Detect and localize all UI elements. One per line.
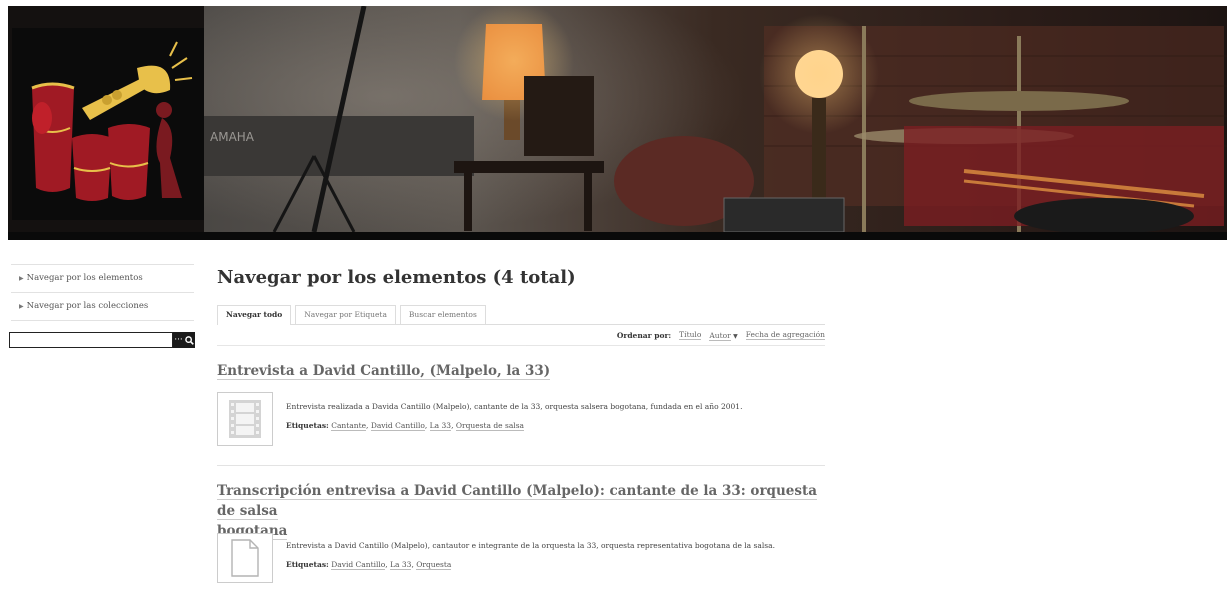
tag-link[interactable]: La 33 xyxy=(429,421,452,431)
list-item: Entrevista a David Cantillo, (Malpelo, l… xyxy=(217,346,825,466)
tab-browse-by-tag[interactable]: Navegar por Etiqueta xyxy=(295,305,396,324)
triangle-right-icon: ▶ xyxy=(19,275,24,282)
sidebar-item-label: Navegar por los elementos xyxy=(26,273,143,283)
page-title: Navegar por los elementos (4 total) xyxy=(217,267,576,288)
document-icon xyxy=(231,539,259,577)
sort-by-author[interactable]: Autor ▼ xyxy=(709,330,738,341)
tag-link[interactable]: Orquesta xyxy=(416,560,452,570)
item-description: Entrevista a David Cantillo (Malpelo), c… xyxy=(286,541,775,550)
tag-link[interactable]: Cantante xyxy=(331,421,367,431)
banner-photo: AMAHA xyxy=(204,6,1227,232)
caret-down-icon: ▼ xyxy=(733,332,738,340)
sort-by-title[interactable]: Título xyxy=(679,330,702,340)
sort-by-date-added[interactable]: Fecha de agregación xyxy=(745,330,825,340)
tab-browse-all[interactable]: Navegar todo xyxy=(217,305,292,325)
search-input[interactable] xyxy=(9,332,173,348)
item-tags: Etiquetas: Cantante, David Cantillo, La … xyxy=(286,421,525,431)
item-title-link[interactable]: Transcripción entrevisa a David Cantillo… xyxy=(217,481,825,541)
tags-label: Etiquetas: xyxy=(286,560,329,569)
search-icon xyxy=(184,335,194,345)
banner-bottom-bar xyxy=(8,232,1227,240)
film-icon xyxy=(229,400,261,438)
site-logo[interactable] xyxy=(12,28,204,220)
tab-search-items[interactable]: Buscar elementos xyxy=(399,305,486,324)
sidebar-item-label: Navegar por las colecciones xyxy=(26,301,149,311)
item-title-text: Entrevista a David Cantillo, (Malpelo, l… xyxy=(217,363,551,380)
sort-by-author-label: Autor xyxy=(709,330,731,341)
tag-link[interactable]: Orquesta de salsa xyxy=(455,421,525,431)
sidebar-item-browse-items[interactable]: ▶ Navegar por los elementos xyxy=(11,264,194,292)
sidebar-nav: ▶ Navegar por los elementos ▶ Navegar por … xyxy=(11,264,194,321)
item-title-text: Transcripción entrevisa a David Cantillo… xyxy=(217,483,817,520)
sort-bar: Ordenar por: Título Autor ▼ Fecha de agr… xyxy=(217,325,825,346)
search-form: ··· xyxy=(9,332,195,348)
list-item: Transcripción entrevisa a David Cantillo… xyxy=(217,466,825,616)
search-button[interactable]: ··· xyxy=(173,332,195,348)
svg-text:AMAHA: AMAHA xyxy=(210,130,255,144)
triangle-right-icon: ▶ xyxy=(19,303,24,310)
search-options-label: ··· xyxy=(174,335,183,345)
main-content: Navegar por los elementos (4 total) Nave… xyxy=(217,262,825,616)
sort-label: Ordenar por: xyxy=(616,330,672,340)
item-title-link[interactable]: Entrevista a David Cantillo, (Malpelo, l… xyxy=(217,361,551,381)
tag-link[interactable]: David Cantillo xyxy=(370,421,425,431)
item-description: Entrevista realizada a Davida Cantillo (… xyxy=(286,402,743,411)
browse-tabs: Navegar todo Navegar por Etiqueta Buscar… xyxy=(217,305,825,325)
sidebar-item-browse-collections[interactable]: ▶ Navegar por las colecciones xyxy=(11,292,194,321)
header-banner: AMAHA xyxy=(8,6,1227,240)
tags-label: Etiquetas: xyxy=(286,421,329,430)
item-thumbnail[interactable] xyxy=(217,392,273,446)
item-tags: Etiquetas: David Cantillo, La 33, Orques… xyxy=(286,560,452,570)
item-thumbnail[interactable] xyxy=(217,533,273,583)
tag-link[interactable]: La 33 xyxy=(390,560,412,570)
tag-link[interactable]: David Cantillo xyxy=(331,560,386,570)
